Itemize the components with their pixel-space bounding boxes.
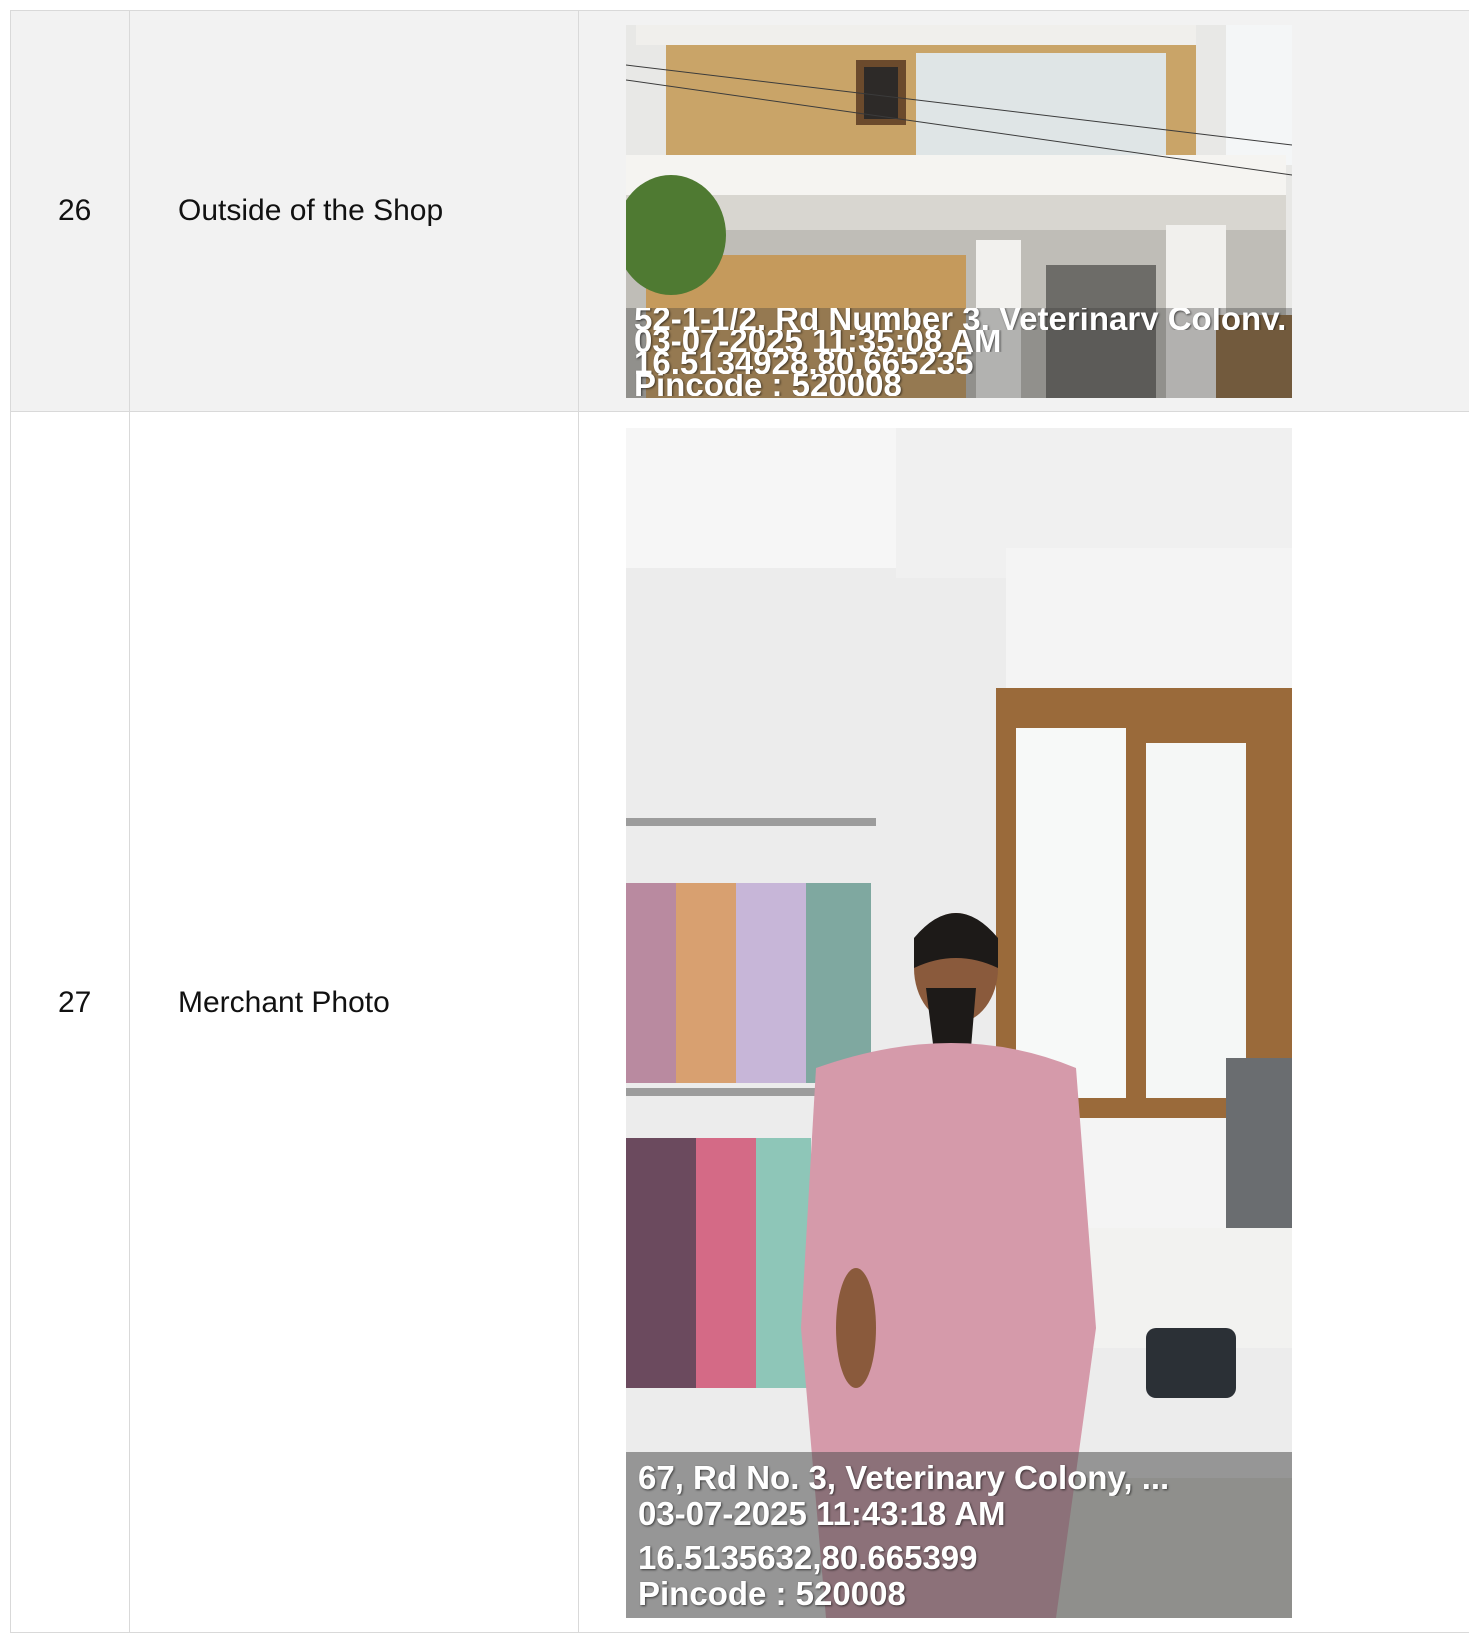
photo-cell: 67, Rd No. 3, Veterinary Colony, ... 03-…	[579, 412, 1469, 1632]
row-number: 26	[11, 11, 130, 411]
geotag-address: 67, Rd No. 3, Veterinary Colony, ...	[638, 1460, 1170, 1496]
row-number: 27	[11, 412, 130, 1632]
row-description: Outside of the Shop	[130, 11, 579, 411]
photo-cell: 52-1-1/2, Rd Number 3, Veterinary Colony…	[579, 11, 1469, 411]
table-row: 26 Outside of the Shop 52-1-1/2, Rd Numb…	[11, 11, 1469, 412]
merchant-photo: 67, Rd No. 3, Veterinary Colony, ... 03-…	[626, 428, 1292, 1618]
geotag-address: 52-1-1/2, Rd Number 3, Veterinary Colony…	[634, 307, 1286, 330]
table-row: 27 Merchant Photo 67, Rd No. 3, Veterina…	[11, 412, 1469, 1633]
merchant-image	[626, 428, 1292, 1618]
geotag-datetime: 03-07-2025 11:43:18 AM	[638, 1496, 1006, 1532]
photo-table: 26 Outside of the Shop 52-1-1/2, Rd Numb…	[10, 10, 1469, 1633]
geotag-pincode: Pincode : 520008	[634, 373, 902, 396]
geotag-datetime: 03-07-2025 11:35:08 AM	[634, 329, 1002, 352]
geotag-pincode: Pincode : 520008	[638, 1576, 906, 1612]
geotag-coordinates: 16.5134928,80.665235	[634, 351, 974, 374]
photo-geotag-overlay: 52-1-1/2, Rd Number 3, Veterinary Colony…	[626, 307, 1292, 398]
shop-exterior-photo: 52-1-1/2, Rd Number 3, Veterinary Colony…	[626, 24, 1292, 398]
geotag-coordinates: 16.5135632,80.665399	[638, 1540, 978, 1576]
photo-geotag-overlay: 67, Rd No. 3, Veterinary Colony, ... 03-…	[626, 1452, 1292, 1618]
row-description: Merchant Photo	[130, 412, 579, 1632]
